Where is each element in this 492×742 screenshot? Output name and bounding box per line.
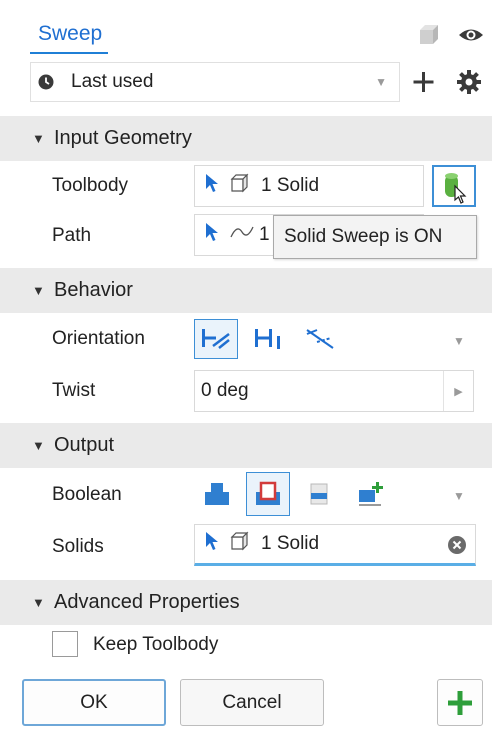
select-cursor-icon: [205, 531, 219, 557]
collapse-triangle-icon: ▼: [32, 595, 45, 610]
orientation-guide-button[interactable]: [298, 319, 342, 359]
boolean-new-body-icon: [359, 482, 383, 506]
boolean-join-button[interactable]: [196, 473, 238, 515]
chevron-right-icon: ▶: [454, 385, 463, 398]
section-behavior-label: Behavior: [54, 279, 133, 301]
solid-sweep-toggle[interactable]: [432, 165, 476, 207]
section-behavior[interactable]: ▼ Behavior: [0, 268, 492, 313]
boolean-join-icon: [205, 483, 229, 505]
appearance-cube-icon[interactable]: [416, 22, 442, 48]
collapse-triangle-icon: ▼: [32, 438, 45, 453]
orientation-dropdown-chevron-icon[interactable]: ▼: [453, 334, 465, 348]
orientation-path-button[interactable]: [194, 319, 238, 359]
solid-sweep-icon: [445, 173, 467, 204]
solids-value: 1 Solid: [261, 533, 320, 554]
collapse-triangle-icon: ▼: [32, 283, 45, 298]
section-output-label: Output: [54, 434, 115, 456]
preset-value: Last used: [71, 71, 154, 92]
preset-dropdown[interactable]: Last used ▼: [30, 62, 400, 102]
twist-value: 0 deg: [201, 380, 249, 401]
boolean-intersect-icon: [310, 483, 328, 505]
tab-sweep-label: Sweep: [38, 22, 103, 45]
section-input-geometry[interactable]: ▼ Input Geometry: [0, 116, 492, 161]
keep-toolbody-checkbox[interactable]: [52, 631, 78, 657]
orientation-path-icon: [202, 329, 230, 349]
cancel-button[interactable]: Cancel: [180, 679, 324, 726]
tooltip-text: Solid Sweep is ON: [284, 226, 443, 247]
keep-toolbody-label: Keep Toolbody: [93, 634, 219, 655]
green-plus-icon: [448, 690, 472, 715]
boolean-cut-button[interactable]: [246, 472, 290, 516]
section-input-geometry-label: Input Geometry: [54, 127, 192, 149]
solid-body-icon: [229, 172, 251, 200]
boolean-dropdown-chevron-icon[interactable]: ▼: [453, 489, 465, 503]
chevron-down-icon: ▼: [375, 75, 387, 89]
boolean-new-body-button[interactable]: [350, 473, 392, 515]
twist-stepper[interactable]: ▶: [443, 371, 473, 411]
clock-icon: [37, 73, 55, 91]
path-value: 1: [259, 224, 270, 245]
twist-label: Twist: [52, 380, 96, 401]
tab-sweep[interactable]: Sweep: [30, 18, 108, 54]
toolbody-selector[interactable]: 1 Solid: [194, 165, 424, 207]
settings-button[interactable]: [455, 68, 483, 96]
select-cursor-icon: [205, 222, 219, 248]
add-preset-button[interactable]: [411, 68, 437, 96]
boolean-label: Boolean: [52, 484, 122, 505]
section-advanced-properties[interactable]: ▼ Advanced Properties: [0, 580, 492, 625]
toolbody-label: Toolbody: [52, 175, 129, 196]
solids-label: Solids: [52, 536, 104, 557]
select-cursor-icon: [205, 173, 219, 199]
orientation-label: Orientation: [52, 328, 145, 349]
toolbody-value: 1 Solid: [261, 175, 320, 196]
boolean-cut-icon: [256, 481, 280, 505]
path-label: Path: [52, 225, 92, 246]
orientation-fixed-icon: [255, 329, 280, 349]
solid-body-icon: [229, 530, 251, 558]
solids-selector[interactable]: 1 Solid: [194, 524, 476, 566]
orientation-guide-icon: [306, 329, 334, 349]
twist-input[interactable]: 0 deg ▶: [194, 370, 474, 412]
solid-sweep-tooltip: Solid Sweep is ON: [273, 215, 477, 259]
orientation-fixed-button[interactable]: [246, 319, 290, 359]
section-advanced-label: Advanced Properties: [54, 591, 240, 613]
cancel-button-label: Cancel: [222, 691, 282, 713]
collapse-triangle-icon: ▼: [32, 131, 45, 146]
section-output[interactable]: ▼ Output: [0, 423, 492, 468]
gear-icon: [457, 70, 481, 94]
plus-icon: [413, 72, 434, 92]
clear-selection-icon[interactable]: [447, 535, 467, 555]
path-curve-icon: [229, 222, 255, 248]
ok-button-label: OK: [80, 691, 108, 713]
ok-button[interactable]: OK: [22, 679, 166, 726]
apply-add-button[interactable]: [437, 679, 483, 726]
visibility-eye-icon[interactable]: [457, 24, 485, 46]
boolean-intersect-button[interactable]: [298, 473, 340, 515]
